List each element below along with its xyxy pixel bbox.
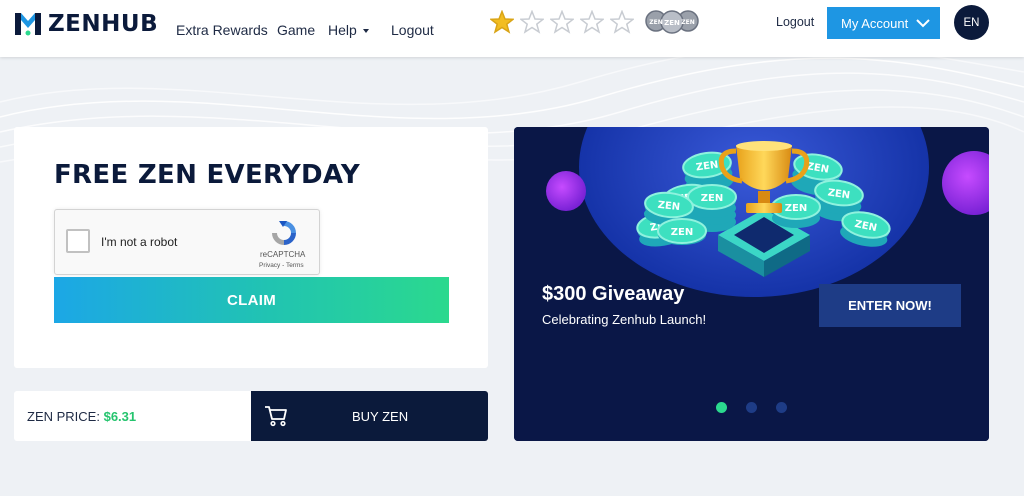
recaptcha-terms-link[interactable]: Privacy - Terms	[259, 262, 304, 269]
recaptcha-brand: reCAPTCHA	[260, 250, 306, 259]
top-header: ZENHUB Extra Rewards Game Help Logout ZE…	[0, 0, 1024, 57]
claim-card: FREE ZEN EVERYDAY I'm not a robot reCAPT…	[14, 127, 488, 368]
star-empty-icon[interactable]	[550, 10, 574, 34]
promo-subtitle: Celebrating Zenhub Launch!	[542, 312, 707, 327]
promo-banner[interactable]: ZENZENZENZENZENZENZENZENZENZEN $300 Give…	[514, 127, 989, 441]
coin-text-left: ZEN	[649, 19, 662, 26]
language-selector[interactable]: EN	[954, 5, 989, 40]
star-empty-icon[interactable]	[580, 10, 604, 34]
recaptcha-widget: I'm not a robot reCAPTCHA Privacy - Term…	[54, 209, 320, 275]
my-account-label: My Account	[841, 15, 909, 31]
nav-extra-rewards[interactable]: Extra Rewards	[176, 22, 268, 38]
recaptcha-checkbox[interactable]	[66, 229, 90, 253]
buy-zen-button[interactable]: BUY ZEN	[251, 391, 488, 441]
header-logout-link[interactable]: Logout	[776, 15, 814, 29]
claim-title: FREE ZEN EVERYDAY	[54, 160, 360, 190]
carousel-dot[interactable]	[716, 402, 727, 413]
recaptcha-label: I'm not a robot	[101, 235, 178, 249]
zenhub-logo[interactable]: ZENHUB	[14, 10, 158, 38]
zen-price-label: ZEN PRICE:	[27, 409, 100, 424]
star-filled-icon[interactable]	[490, 10, 514, 34]
nav-help[interactable]: Help	[328, 22, 369, 38]
my-account-button[interactable]: My Account	[827, 7, 940, 39]
brand-name: ZENHUB	[48, 11, 159, 37]
cart-icon	[265, 406, 287, 427]
recaptcha-icon	[272, 221, 296, 245]
nav-game[interactable]: Game	[277, 22, 315, 38]
star-empty-icon[interactable]	[520, 10, 544, 34]
zen-coins-icon: ZEN ZEN ZEN	[645, 10, 699, 34]
enter-now-button[interactable]: ENTER NOW!	[819, 284, 961, 327]
carousel-dot[interactable]	[776, 402, 787, 413]
carousel-dots	[716, 402, 806, 413]
zen-price: ZEN PRICE: $6.31	[27, 409, 136, 424]
chevron-down-icon	[916, 18, 930, 27]
promo-title: $300 Giveaway	[542, 283, 685, 305]
claim-button[interactable]: CLAIM	[54, 277, 449, 323]
price-bar: ZEN PRICE: $6.31 BUY ZEN	[14, 391, 488, 441]
coin-text-right: ZEN	[681, 19, 694, 26]
carousel-dot[interactable]	[746, 402, 757, 413]
coin-text-center: ZEN	[664, 19, 680, 27]
zenhub-logo-icon	[15, 13, 41, 36]
rating-stars[interactable]	[490, 10, 640, 34]
nav-help-label: Help	[328, 22, 357, 38]
buy-zen-label: BUY ZEN	[352, 409, 409, 424]
star-empty-icon[interactable]	[610, 10, 634, 34]
nav-logout[interactable]: Logout	[391, 22, 434, 38]
zen-price-value: $6.31	[103, 409, 137, 424]
caret-down-icon	[362, 29, 369, 34]
